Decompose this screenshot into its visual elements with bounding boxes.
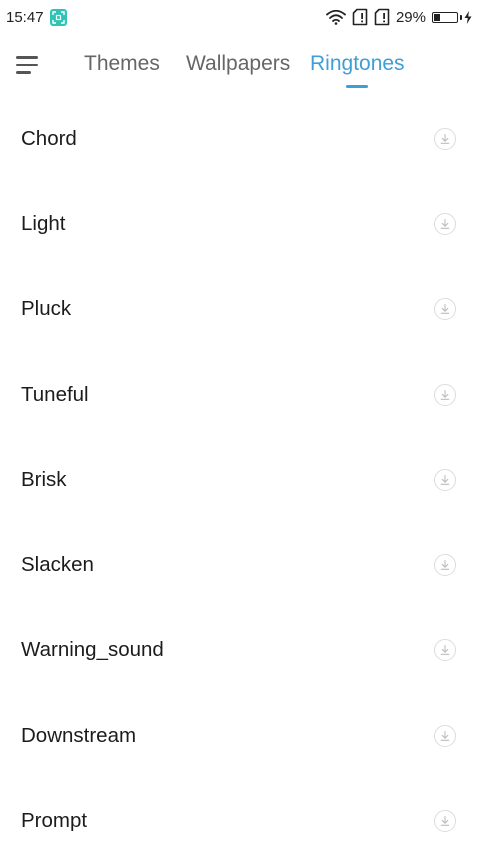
ringtone-name: Pluck bbox=[21, 297, 72, 321]
download-button[interactable] bbox=[434, 468, 456, 491]
download-button[interactable] bbox=[434, 810, 456, 833]
tab-themes[interactable]: Themes bbox=[84, 52, 160, 76]
battery-body bbox=[432, 11, 458, 23]
tab-ringtones[interactable]: Ringtones bbox=[310, 52, 405, 76]
download-button[interactable] bbox=[434, 212, 456, 235]
ringtone-item-warning_sound[interactable]: Warning_sound bbox=[0, 608, 480, 693]
battery-fill bbox=[434, 13, 441, 21]
download-button[interactable] bbox=[434, 298, 456, 321]
scan-glyph-icon bbox=[51, 10, 65, 24]
ringtone-name: Downstream bbox=[21, 723, 137, 747]
download-button[interactable] bbox=[434, 127, 456, 150]
ringtone-item-downstream[interactable]: Downstream bbox=[0, 693, 480, 778]
download-icon bbox=[440, 218, 450, 229]
download-button[interactable] bbox=[434, 639, 456, 662]
ringtone-name: Warning_sound bbox=[21, 638, 164, 662]
status-left: 15:47 bbox=[6, 8, 67, 26]
active-tab-indicator bbox=[346, 85, 368, 88]
download-button[interactable] bbox=[434, 724, 456, 747]
ringtone-item-tuneful[interactable]: Tuneful bbox=[0, 352, 480, 437]
tab-wallpapers[interactable]: Wallpapers bbox=[186, 52, 290, 76]
download-button[interactable] bbox=[434, 383, 456, 406]
ringtone-item-brisk[interactable]: Brisk bbox=[0, 437, 480, 522]
battery-cap bbox=[460, 14, 462, 20]
download-icon bbox=[440, 389, 450, 400]
battery-percent: 29% bbox=[395, 8, 426, 26]
tab-header: Themes Wallpapers Ringtones bbox=[0, 34, 480, 94]
ringtone-item-slacken[interactable]: Slacken bbox=[0, 522, 480, 607]
ringtone-name: Chord bbox=[21, 126, 77, 150]
ringtone-name: Brisk bbox=[21, 467, 67, 491]
download-icon bbox=[440, 645, 450, 656]
ringtone-name: Light bbox=[21, 211, 66, 235]
sim-card-icon bbox=[374, 8, 390, 26]
ringtone-item-prompt[interactable]: Prompt bbox=[0, 778, 480, 853]
ringtone-item-chord[interactable]: Chord bbox=[0, 96, 480, 181]
download-icon bbox=[440, 133, 450, 144]
ringtone-item-light[interactable]: Light bbox=[0, 181, 480, 266]
menu-bar-middle bbox=[16, 63, 38, 67]
ringtone-name: Tuneful bbox=[21, 382, 89, 406]
download-icon bbox=[440, 730, 450, 741]
battery-icon bbox=[432, 10, 472, 24]
status-right: 29% bbox=[326, 8, 472, 26]
ringtone-item-pluck[interactable]: Pluck bbox=[0, 267, 480, 352]
download-icon bbox=[440, 304, 450, 315]
ringtone-name: Prompt bbox=[21, 809, 88, 833]
charging-bolt-icon bbox=[464, 10, 472, 24]
status-time: 15:47 bbox=[6, 8, 44, 26]
ringtone-name: Slacken bbox=[21, 553, 94, 577]
menu-bar-bottom bbox=[16, 71, 31, 74]
download-icon bbox=[440, 815, 450, 826]
download-icon bbox=[440, 474, 450, 485]
download-button[interactable] bbox=[434, 554, 456, 577]
ringtone-list: Chord Light Pluck Tuneful Brisk Slacken … bbox=[0, 96, 480, 853]
app-notification-icon bbox=[49, 8, 67, 26]
sim-card-icon bbox=[352, 8, 368, 26]
hamburger-menu-icon bbox=[16, 56, 38, 59]
status-bar: 15:47 29% bbox=[0, 0, 480, 34]
download-icon bbox=[440, 560, 450, 570]
screen: 15:47 29% Themes Wallpapers Ringtones Ch… bbox=[0, 0, 480, 853]
wifi-icon bbox=[326, 9, 346, 25]
menu-button[interactable] bbox=[16, 50, 46, 80]
